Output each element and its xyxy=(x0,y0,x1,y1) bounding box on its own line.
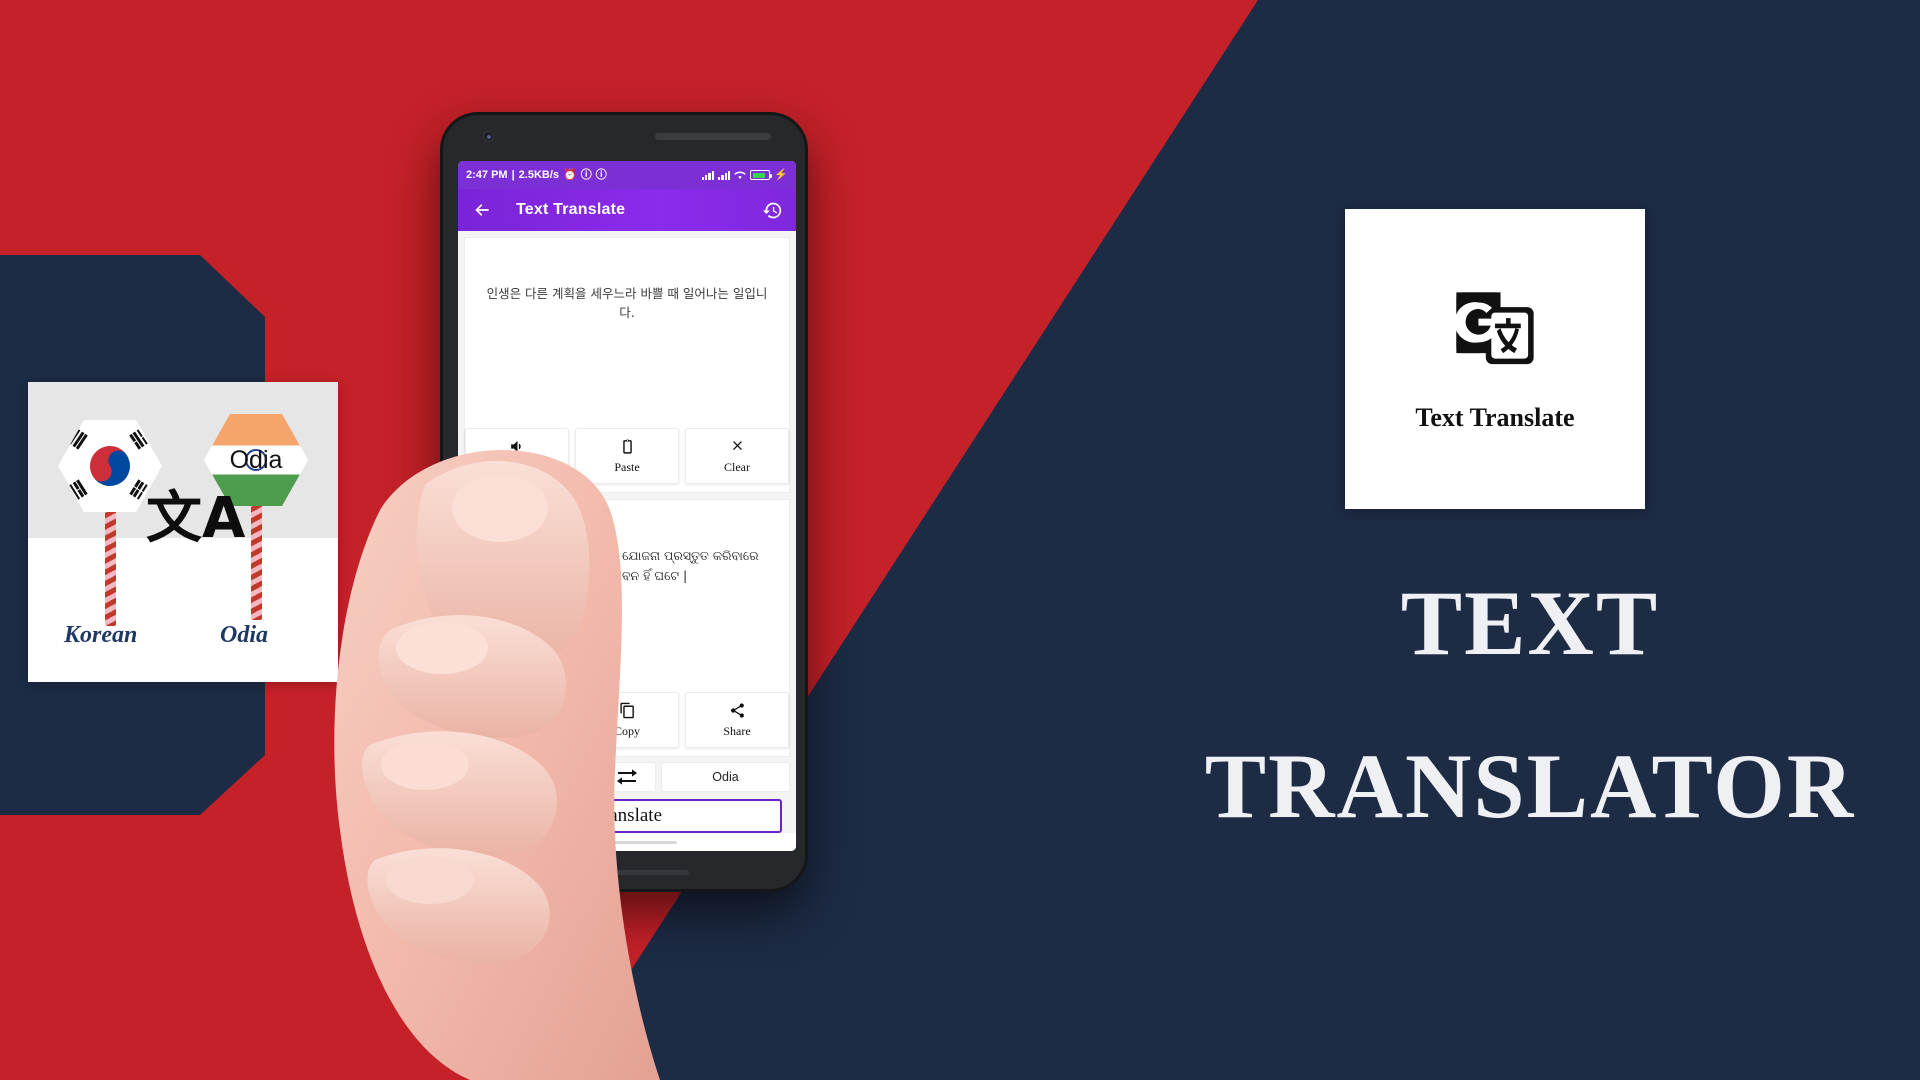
headline-line-1: TEXT xyxy=(1400,572,1660,674)
app-logo-caption: Text Translate xyxy=(1415,403,1575,432)
target-speak-button[interactable]: Speak xyxy=(465,692,569,748)
source-actions: Speak Paste Clear xyxy=(465,428,789,492)
app-badge-icon: ⓘ xyxy=(595,168,607,181)
taeguk-icon xyxy=(82,438,138,494)
source-panel: 인생은 다른 계획을 세우느라 바쁠 때 일어나는 일입니다. Speak Pa… xyxy=(464,237,790,494)
earpiece-speaker xyxy=(655,133,771,140)
bottom-speaker-grille xyxy=(559,870,689,875)
translate-glyph-icon: 文A xyxy=(146,486,246,551)
share-button[interactable]: Share xyxy=(685,692,789,748)
korean-sign-pole xyxy=(105,508,116,626)
source-speak-button[interactable]: Speak xyxy=(465,428,569,485)
history-icon xyxy=(762,202,781,218)
signal-bars-icon xyxy=(701,170,714,180)
target-speak-label: Speak xyxy=(502,723,532,738)
language-pair-card: Odia 文A Korean Odia xyxy=(28,382,338,682)
status-network-speed: 2.5KB/s xyxy=(518,169,560,181)
back-button[interactable] xyxy=(470,198,494,222)
front-camera-icon xyxy=(483,131,494,142)
volume-up-icon xyxy=(510,704,521,716)
navigation-gesture-bar xyxy=(458,833,796,851)
app-title: Text Translate xyxy=(516,201,626,218)
clear-button[interactable]: Clear xyxy=(685,428,789,485)
charging-bolt-icon: ⚡ xyxy=(774,168,788,181)
swap-horizontal-icon xyxy=(617,769,637,785)
google-translate-logo-icon xyxy=(1454,292,1534,365)
app-logo-card: Text Translate xyxy=(1345,209,1645,509)
share-label: Share xyxy=(723,723,751,738)
copy-button[interactable]: Copy xyxy=(575,692,679,748)
signal-bars-icon xyxy=(717,170,731,180)
target-text-area[interactable]: ଯେତେବେଳେ ତୁମେ ଅନ୍ୟ ଯୋଜନା ପ୍ରସ୍ତୁତ କରିବାର… xyxy=(465,500,789,692)
clear-label: Clear xyxy=(724,459,750,474)
phone-mockup: 2:47 PM | 2.5KB/s ⏰ ⓘ ⓘ ⚡ Text Translate… xyxy=(440,112,808,892)
status-bar-left: 2:47 PM | 2.5KB/s ⏰ ⓘ ⓘ xyxy=(466,169,607,181)
status-bar: 2:47 PM | 2.5KB/s ⏰ ⓘ ⓘ ⚡ xyxy=(458,161,796,189)
target-panel: ଯେତେବେଳେ ତୁମେ ଅନ୍ୟ ଯୋଜନା ପ୍ରସ୍ତୁତ କରିବାର… xyxy=(464,499,790,757)
status-time: 2:47 PM xyxy=(466,169,508,181)
phone-screen: 2:47 PM | 2.5KB/s ⏰ ⓘ ⓘ ⚡ Text Translate… xyxy=(458,161,796,851)
copy-label: Copy xyxy=(613,723,640,738)
translate-button[interactable]: Translate xyxy=(472,799,782,833)
korean-language-label: Korean xyxy=(64,622,138,648)
wifi-icon xyxy=(734,171,747,179)
clipboard-icon xyxy=(622,439,632,454)
paste-label: Paste xyxy=(614,459,640,474)
odia-language-label: Odia xyxy=(220,622,268,648)
source-language-select[interactable]: Korean xyxy=(464,762,593,792)
app-content: 인생은 다른 계획을 세우느라 바쁠 때 일어나는 일입니다. Speak Pa… xyxy=(458,231,796,851)
copy-icon xyxy=(619,702,634,718)
status-bar-right: ⚡ xyxy=(701,168,788,181)
target-language-select[interactable]: Odia xyxy=(661,762,790,792)
alarm-icon: ⏰ xyxy=(563,168,577,181)
app-badge-icon: ⓘ xyxy=(580,168,592,181)
history-button[interactable] xyxy=(760,198,784,222)
swap-languages-button[interactable] xyxy=(598,762,656,792)
share-icon xyxy=(730,702,744,718)
headline-line-2: TRANSLATOR xyxy=(1204,734,1856,837)
source-text-area[interactable]: 인생은 다른 계획을 세우느라 바쁠 때 일어나는 일입니다. xyxy=(465,238,789,428)
language-selector-bar: Korean Odia xyxy=(464,762,790,792)
source-text: 인생은 다른 계획을 세우느라 바쁠 때 일어나는 일입니다. xyxy=(486,286,768,321)
close-x-icon xyxy=(732,440,742,450)
odia-sign-pole xyxy=(251,502,262,620)
arrow-left-icon xyxy=(475,204,489,216)
source-speak-label: Speak xyxy=(502,459,532,474)
volume-up-icon xyxy=(510,440,521,453)
paste-button[interactable]: Paste xyxy=(575,428,679,485)
target-actions: Speak Copy Share xyxy=(465,692,789,756)
status-separator: | xyxy=(511,169,515,181)
promo-banner: Odia 文A Korean Odia 2:47 PM | 2.5KB/s ⏰ … xyxy=(0,0,1920,1080)
battery-charging-icon xyxy=(750,170,773,180)
headline: TEXT TRANSLATOR xyxy=(1180,570,1880,839)
app-toolbar: Text Translate xyxy=(458,189,796,231)
target-text: ଯେତେବେଳେ ତୁମେ ଅନ୍ୟ ଯୋଜନା ପ୍ରସ୍ତୁତ କରିବାର… xyxy=(495,548,759,584)
